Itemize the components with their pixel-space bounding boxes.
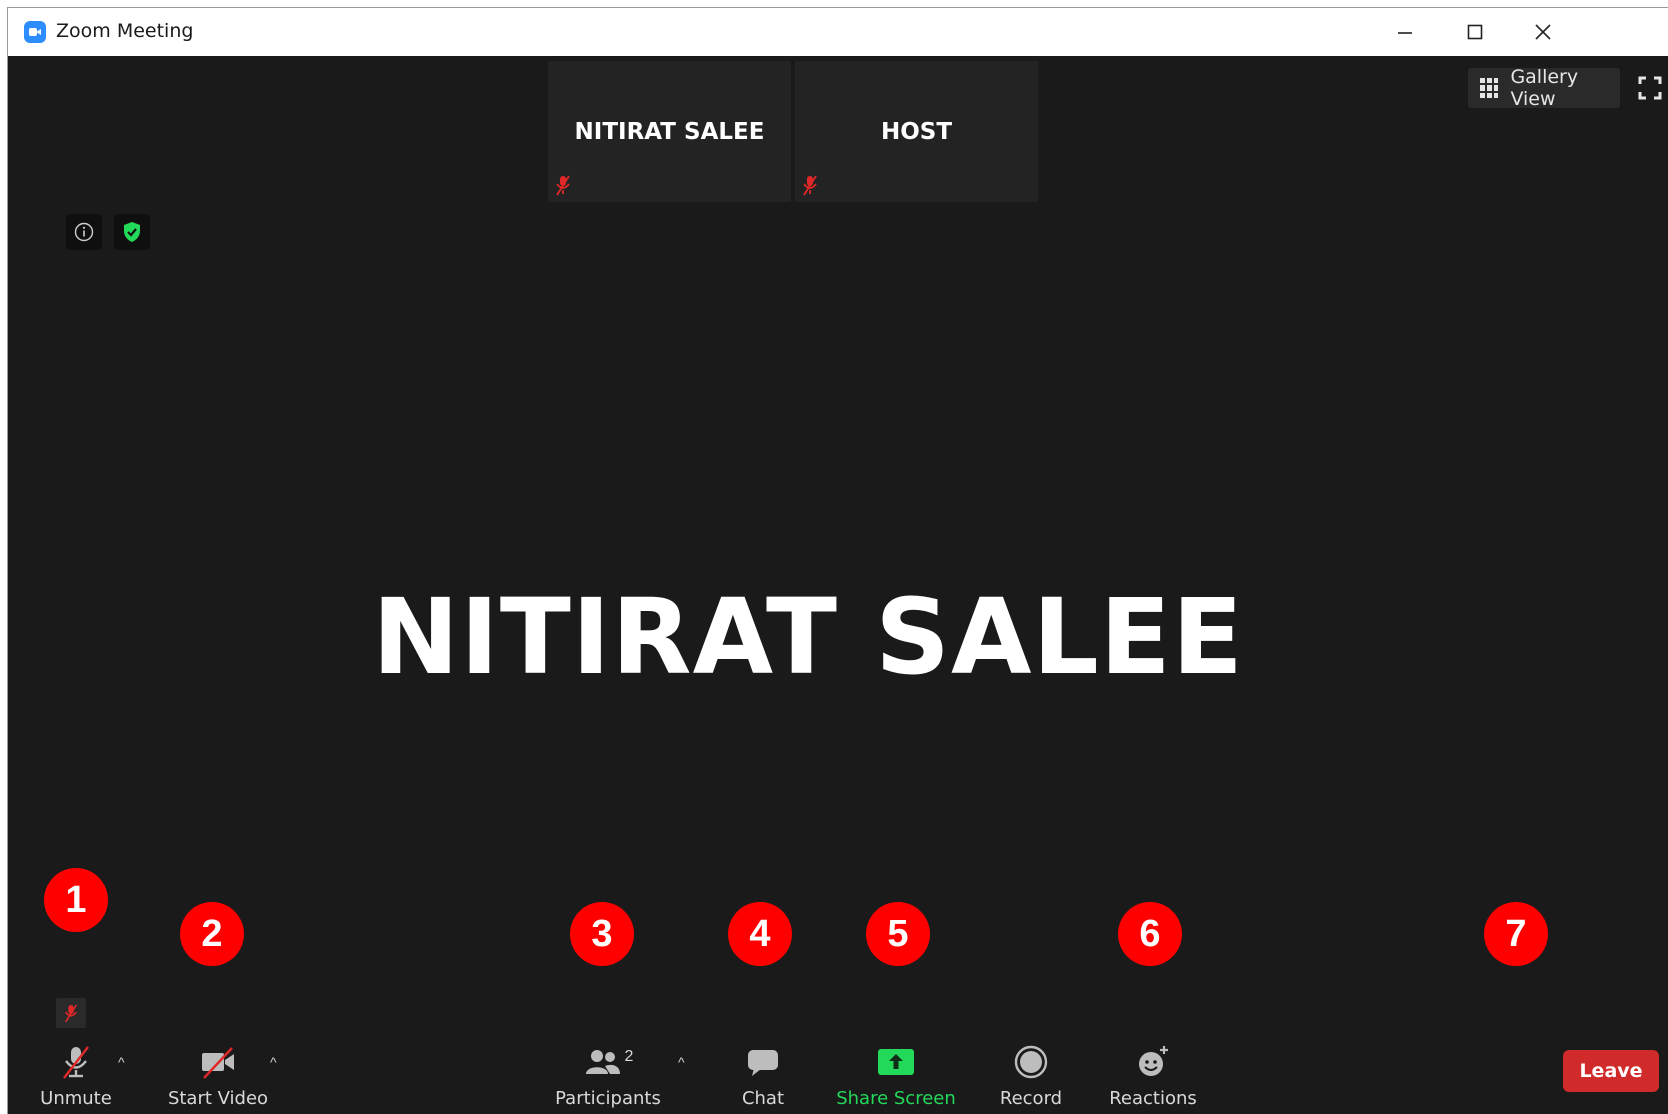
chat-bubble-icon	[748, 1050, 778, 1076]
annotation-badge: 6	[1118, 902, 1182, 966]
participants-icon	[585, 1050, 620, 1074]
thumbnail-name: NITIRAT SALEE	[574, 119, 765, 145]
leave-button[interactable]: Leave	[1563, 1050, 1659, 1092]
participant-thumbnail[interactable]: HOST	[795, 61, 1038, 202]
record-icon	[1014, 1045, 1048, 1079]
gallery-view-label: Gallery View	[1510, 66, 1579, 110]
annotation-badge: 7	[1484, 902, 1548, 966]
close-button[interactable]	[1520, 14, 1566, 50]
participants-button[interactable]: 2 Participants	[553, 1044, 663, 1109]
muted-microphone-icon	[63, 1046, 89, 1079]
participant-thumbnail[interactable]: NITIRAT SALEE	[548, 61, 791, 202]
unmute-button[interactable]: Unmute	[40, 1044, 112, 1109]
annotation-badge: 1	[44, 868, 108, 932]
share-screen-button[interactable]: Share Screen	[836, 1044, 956, 1109]
fullscreen-icon[interactable]	[1638, 76, 1662, 100]
close-icon	[1535, 24, 1551, 40]
security-shield-button[interactable]	[114, 214, 150, 250]
gallery-view-button[interactable]: Gallery View	[1468, 66, 1620, 110]
meeting-toolbar: Unmute ^ Start Video ^ 2 Participants ^ …	[8, 1024, 1668, 1114]
zoom-window: Zoom Meeting NITIRAT SALEE HOST Gallery …	[0, 0, 1668, 1114]
title-bar: Zoom Meeting	[8, 8, 1668, 56]
share-screen-label: Share Screen	[836, 1088, 956, 1109]
shield-icon	[124, 222, 140, 242]
muted-mic-icon	[803, 175, 817, 196]
maximize-button[interactable]	[1452, 14, 1498, 50]
chat-button[interactable]: Chat	[733, 1044, 793, 1109]
participants-label: Participants	[555, 1088, 661, 1109]
share-screen-icon	[878, 1049, 914, 1075]
reactions-label: Reactions	[1109, 1088, 1197, 1109]
participants-count: 2	[624, 1048, 634, 1065]
thumbnail-name: HOST	[880, 119, 953, 145]
participants-options-caret-icon[interactable]: ^	[678, 1054, 685, 1070]
record-button[interactable]: Record	[996, 1044, 1066, 1109]
maximize-icon	[1467, 24, 1483, 40]
unmute-label: Unmute	[40, 1088, 112, 1109]
annotation-badge: 2	[180, 902, 244, 966]
annotation-badge: 4	[728, 902, 792, 966]
add-reaction-icon	[1139, 1046, 1168, 1076]
grid-icon	[1480, 78, 1499, 98]
minimize-icon	[1398, 32, 1412, 34]
info-icon	[74, 222, 94, 242]
video-off-icon	[202, 1047, 234, 1079]
record-label: Record	[999, 1088, 1063, 1109]
video-options-caret-icon[interactable]: ^	[270, 1054, 277, 1070]
chat-label: Chat	[741, 1088, 785, 1109]
active-speaker-name: NITIRAT SALEE	[372, 576, 1244, 698]
window-title: Zoom Meeting	[56, 20, 194, 42]
annotation-badge: 3	[570, 902, 634, 966]
reactions-button[interactable]: Reactions	[1105, 1044, 1201, 1109]
start-video-label: Start Video	[167, 1088, 269, 1109]
minimize-button[interactable]	[1382, 14, 1428, 50]
audio-options-caret-icon[interactable]: ^	[118, 1054, 125, 1070]
meeting-info-button[interactable]	[66, 214, 102, 250]
zoom-logo-icon	[24, 21, 46, 43]
muted-mic-icon	[64, 1004, 78, 1023]
start-video-button[interactable]: Start Video	[168, 1044, 268, 1109]
annotation-badge: 5	[866, 902, 930, 966]
meeting-stage: NITIRAT SALEE HOST Gallery View NITIRAT …	[8, 56, 1668, 1114]
muted-mic-icon	[556, 175, 570, 196]
